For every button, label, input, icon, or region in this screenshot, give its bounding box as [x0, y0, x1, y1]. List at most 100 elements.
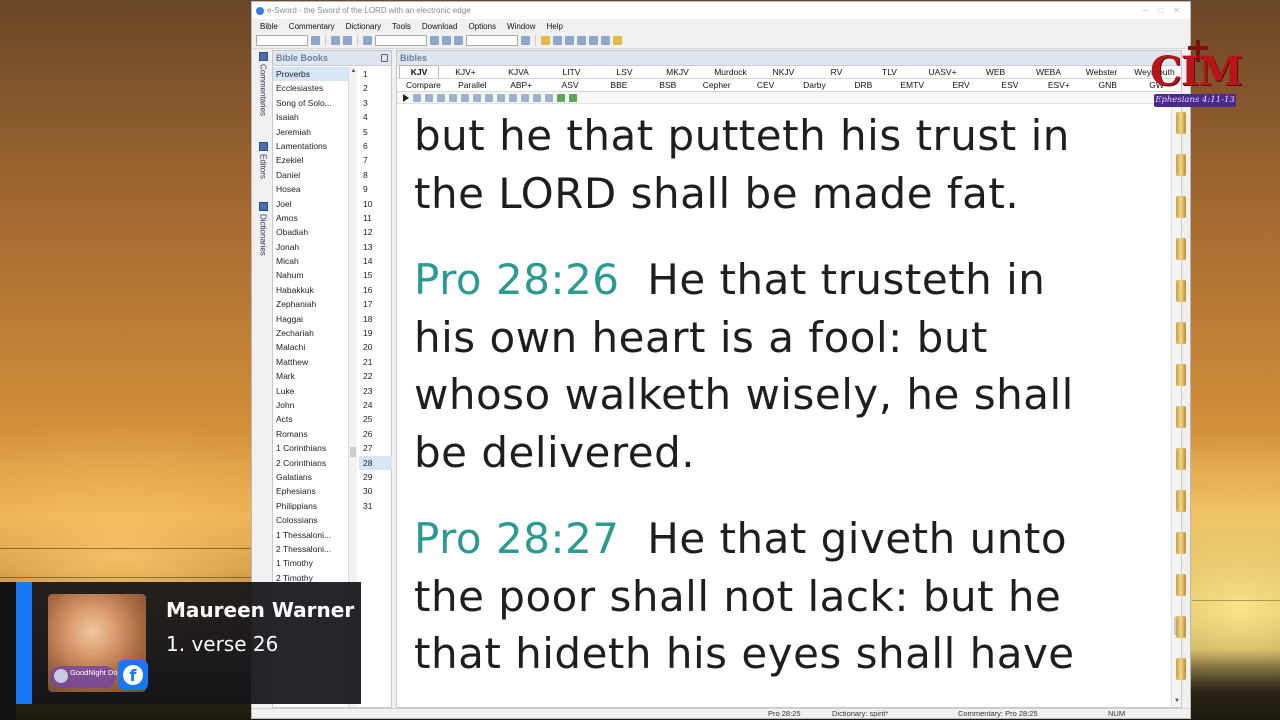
menu-dictionary[interactable]: Dictionary [346, 22, 382, 31]
binoculars-icon[interactable] [363, 36, 372, 45]
book-item[interactable]: Galatians [273, 470, 348, 484]
translation-tab[interactable]: KJVA [492, 66, 545, 78]
pen-icon[interactable] [521, 36, 530, 45]
book-item[interactable]: Ezekiel [273, 153, 348, 167]
book-item[interactable]: Jeremiah [273, 125, 348, 139]
bookmark-icon[interactable] [461, 93, 469, 102]
translation-tab[interactable]: KJV [399, 65, 439, 78]
chapter-item[interactable]: 26 [359, 427, 392, 441]
rail-tab-dictionaries[interactable]: Dictionaries [256, 202, 270, 256]
book-item[interactable]: Amos [273, 211, 348, 225]
book-item[interactable]: Philippians [273, 499, 348, 513]
book-item[interactable]: Joel [273, 197, 348, 211]
translation-tab[interactable]: NKJV [757, 66, 810, 78]
layout-4-icon[interactable] [577, 36, 586, 45]
note-icon[interactable] [497, 93, 505, 102]
translation-tab[interactable]: Darby [790, 79, 839, 91]
chapter-item[interactable]: 12 [359, 225, 392, 239]
forward-green-icon[interactable] [569, 93, 577, 102]
layout-3-icon[interactable] [565, 36, 574, 45]
paste-icon[interactable] [485, 93, 493, 102]
pin-icon[interactable] [381, 54, 388, 62]
translation-tab[interactable]: ESV+ [1034, 79, 1083, 91]
forward-icon[interactable] [343, 36, 352, 45]
chapter-item[interactable]: 6 [359, 139, 392, 153]
book-item[interactable]: Matthew [273, 355, 348, 369]
chapter-item[interactable]: 22 [359, 369, 392, 383]
book-item[interactable]: Ephesians [273, 484, 348, 498]
back-icon[interactable] [331, 36, 340, 45]
reference-input[interactable] [256, 35, 308, 46]
chapter-item[interactable]: 25 [359, 412, 392, 426]
highlight-select[interactable] [466, 35, 518, 46]
book-item[interactable]: Romans [273, 427, 348, 441]
book-item[interactable]: Lamentations [273, 139, 348, 153]
book-icon[interactable] [311, 36, 320, 45]
edit-icon[interactable] [413, 93, 421, 102]
book-item[interactable]: Hosea [273, 182, 348, 196]
translation-tab[interactable]: WEBA [1022, 66, 1075, 78]
menu-tools[interactable]: Tools [392, 22, 411, 31]
image-icon[interactable] [601, 36, 610, 45]
binoculars-icon[interactable] [437, 93, 445, 102]
translation-tab[interactable]: BSB [643, 79, 692, 91]
book-item[interactable]: Song of Solo... [273, 96, 348, 110]
chapter-item[interactable]: 8 [359, 168, 392, 182]
translation-tab[interactable]: Compare [399, 79, 448, 91]
translation-tab[interactable]: Parallel [448, 79, 497, 91]
chapter-item[interactable]: 2 [359, 81, 392, 95]
translation-tab[interactable]: EMTV [888, 79, 937, 91]
book-item[interactable]: Mark [273, 369, 348, 383]
translation-tab[interactable]: Murdock [704, 66, 757, 78]
translation-tab[interactable]: Webster [1075, 66, 1128, 78]
translation-tab[interactable]: DRB [839, 79, 888, 91]
chapter-item[interactable]: 4 [359, 110, 392, 124]
chapter-item[interactable]: 30 [359, 484, 392, 498]
layout-5-icon[interactable] [589, 36, 598, 45]
translation-tab[interactable]: BBE [595, 79, 644, 91]
translation-tab[interactable]: ERV [937, 79, 986, 91]
rail-tab-commentaries[interactable]: Commentaries [256, 52, 270, 116]
chapter-item[interactable]: 3 [359, 96, 392, 110]
chapter-item[interactable]: 14 [359, 254, 392, 268]
book-item[interactable]: 1 Thessaloni... [273, 528, 348, 542]
chapter-item[interactable]: 15 [359, 268, 392, 282]
chapter-item[interactable]: 29 [359, 470, 392, 484]
highlighter-icon[interactable] [454, 36, 463, 45]
translation-tab[interactable]: ASV [546, 79, 595, 91]
book-item[interactable]: Zephaniah [273, 297, 348, 311]
chapter-item[interactable]: 23 [359, 384, 392, 398]
zoom-icon[interactable] [533, 93, 541, 102]
list-icon[interactable] [473, 93, 481, 102]
translation-tab[interactable]: GNB [1083, 79, 1132, 91]
book-item[interactable]: Ecclesiastes [273, 81, 348, 95]
book-item[interactable]: 1 Corinthians [273, 441, 348, 455]
translation-tab[interactable]: TLV [863, 66, 916, 78]
chapter-item[interactable]: 21 [359, 355, 392, 369]
back-green-icon[interactable] [557, 93, 565, 102]
menu-bible[interactable]: Bible [260, 22, 278, 31]
menu-download[interactable]: Download [422, 22, 458, 31]
copy-icon[interactable] [425, 93, 433, 102]
search-icon[interactable] [430, 36, 439, 45]
menu-window[interactable]: Window [507, 22, 535, 31]
layout-1-icon[interactable] [541, 36, 550, 45]
book-item[interactable]: Nahum [273, 268, 348, 282]
translation-tab[interactable]: WEB [969, 66, 1022, 78]
translation-tab[interactable]: LITV [545, 66, 598, 78]
notes-icon[interactable] [613, 36, 622, 45]
translation-tab[interactable]: RV [810, 66, 863, 78]
rail-tab-editors[interactable]: Editors [256, 142, 270, 179]
chapter-item[interactable]: 31 [359, 499, 392, 513]
font-icon[interactable] [521, 93, 529, 102]
verse-reference[interactable]: Pro 28:26 [414, 255, 620, 304]
chapter-item[interactable]: 20 [359, 340, 392, 354]
translation-tab[interactable]: CEV [741, 79, 790, 91]
book-item[interactable]: Haggai [273, 312, 348, 326]
book-item[interactable]: Acts [273, 412, 348, 426]
chapter-item[interactable]: 9 [359, 182, 392, 196]
scroll-thumb[interactable] [350, 447, 356, 457]
book-item[interactable]: 2 Corinthians [273, 456, 348, 470]
translation-tab[interactable]: UASV+ [916, 66, 969, 78]
chapter-item[interactable]: 24 [359, 398, 392, 412]
